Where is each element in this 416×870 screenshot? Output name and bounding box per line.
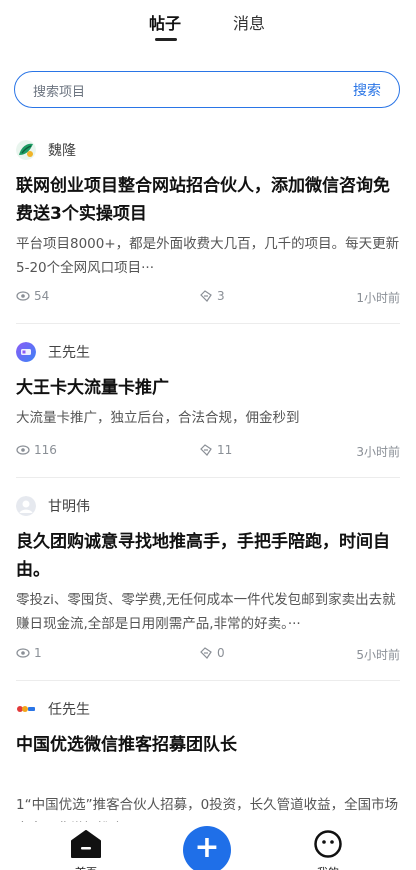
add-post-button[interactable]: + — [183, 826, 231, 870]
eye-icon — [16, 291, 30, 301]
post-time: 1小时前 — [356, 291, 400, 305]
author-row: 甘明伟 — [16, 496, 90, 516]
post-time: 3小时前 — [356, 445, 400, 459]
plus-icon: + — [194, 830, 220, 865]
search-button[interactable]: 搜索 — [353, 80, 381, 100]
thumbs-up-icon — [200, 647, 212, 659]
author-name: 任先生 — [48, 702, 90, 718]
post-card[interactable]: 甘明伟 良久团购诚意寻找地推高手，手把手陪跑，时间自由。 零投zi、零囤货、零学… — [16, 478, 400, 681]
top-tab-bar: 帖子 消息 — [0, 0, 416, 52]
post-title[interactable]: 良久团购诚意寻找地推高手，手把手陪跑，时间自由。 — [16, 528, 402, 584]
post-meta: 54 3 1小时前 — [16, 289, 400, 307]
smiley-profile-icon — [314, 830, 342, 858]
tab-posts[interactable]: 帖子 — [149, 10, 181, 34]
nav-home-label: 首页 — [69, 864, 103, 870]
view-count: 116 — [34, 443, 57, 457]
view-count: 1 — [34, 646, 42, 660]
like-count: 3 — [217, 289, 225, 303]
nav-home[interactable]: 首页 — [69, 830, 103, 870]
author-name: 魏隆 — [48, 143, 76, 159]
post-title[interactable]: 中国优选微信推客招募团队长 — [16, 731, 402, 759]
post-description: 大流量卡推广，独立后台，合法合规，佣金秒到 — [16, 410, 300, 426]
bottom-nav: 首页 + 我的 — [0, 822, 416, 870]
card-avatar-icon — [16, 342, 36, 362]
post-card[interactable]: 任先生 中国优选微信推客招募团队长 1“中国优选”推客合伙人招募，0投资，长久管… — [16, 681, 400, 841]
eye-icon — [16, 648, 30, 658]
post-time: 5小时前 — [356, 648, 400, 662]
like-count: 11 — [217, 443, 233, 457]
author-name: 王先生 — [48, 345, 90, 361]
post-card[interactable]: 王先生 大王卡大流量卡推广 大流量卡推广，独立后台，合法合规，佣金秒到 116 … — [16, 324, 400, 478]
logo-avatar-icon — [16, 699, 36, 719]
home-icon — [71, 830, 101, 858]
post-description: 平台项目8000+，都是外面收费大几百，几千的项目。每天更新5-20个全网风口项… — [16, 236, 400, 276]
like-count: 0 — [217, 646, 225, 660]
post-description: 零投zi、零囤货、零学费,无任何成本一件代发包邮到家卖出去就赚日现金流,全部是日… — [16, 592, 396, 632]
eye-icon — [16, 445, 30, 455]
view-count: 54 — [34, 289, 50, 303]
thumbs-up-icon — [200, 290, 212, 302]
active-tab-indicator — [155, 38, 177, 41]
post-title[interactable]: 大王卡大流量卡推广 — [16, 374, 402, 402]
author-name: 甘明伟 — [48, 499, 90, 515]
search-input[interactable]: 搜索项目 — [33, 81, 85, 100]
search-bar: 搜索项目 搜索 — [14, 71, 400, 108]
author-row: 王先生 — [16, 342, 90, 362]
default-avatar-icon — [16, 496, 36, 516]
post-meta: 1 0 5小时前 — [16, 646, 400, 664]
nav-me[interactable]: 我的 — [312, 830, 344, 870]
author-row: 任先生 — [16, 699, 90, 719]
thumbs-up-icon — [200, 444, 212, 456]
author-row: 魏隆 — [16, 140, 76, 160]
post-card[interactable]: 魏隆 联网创业项目整合网站招合伙人，添加微信咨询免费送3个实操项目 平台项目80… — [16, 122, 400, 324]
nav-me-label: 我的 — [312, 864, 344, 870]
post-feed: 魏隆 联网创业项目整合网站招合伙人，添加微信咨询免费送3个实操项目 平台项目80… — [0, 122, 416, 841]
tab-messages[interactable]: 消息 — [233, 10, 265, 34]
leaf-avatar-icon — [16, 140, 36, 160]
post-title[interactable]: 联网创业项目整合网站招合伙人，添加微信咨询免费送3个实操项目 — [16, 172, 402, 228]
post-meta: 116 11 3小时前 — [16, 443, 400, 461]
